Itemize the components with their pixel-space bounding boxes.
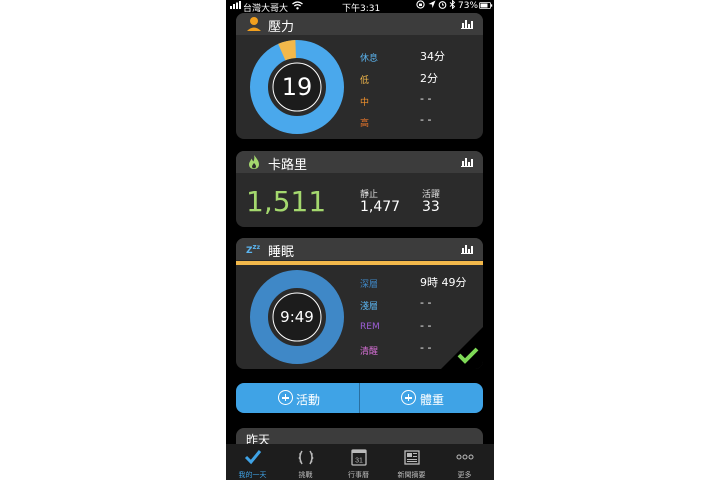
stress-medium-value: - - bbox=[420, 92, 432, 105]
sleep-rem-label: REM bbox=[360, 322, 380, 332]
sleep-zzz-icon: Zzz bbox=[246, 243, 261, 256]
sleep-light-label: 淺層 bbox=[360, 302, 379, 312]
stress-rest-value: 34分 bbox=[420, 50, 445, 63]
sleep-chart-icon[interactable] bbox=[461, 243, 473, 254]
stress-title: 壓力 bbox=[268, 20, 295, 35]
location-icon bbox=[428, 0, 436, 12]
tab-news-feed[interactable]: 新聞摘要 bbox=[385, 444, 438, 480]
calories-title: 卡路里 bbox=[268, 158, 308, 173]
tab-label: 挑戰 bbox=[298, 471, 313, 479]
rotation-lock-icon bbox=[416, 0, 425, 12]
calories-card[interactable]: 卡路里 1,511 靜止 1,477 活躍 33 bbox=[236, 151, 483, 227]
sleep-progress-bar bbox=[236, 261, 483, 265]
stress-card[interactable]: 壓力 19 休息 34分 低 2分 中 - - 高 - - bbox=[236, 13, 483, 139]
flame-icon bbox=[249, 155, 259, 169]
calories-card-header: 卡路里 bbox=[236, 151, 483, 173]
sleep-awake-value: - - bbox=[420, 341, 432, 354]
sleep-title: 睡眠 bbox=[268, 245, 295, 260]
add-actions-bar: 活動 體重 bbox=[236, 383, 483, 413]
more-icon bbox=[456, 454, 474, 460]
stress-rest-label: 休息 bbox=[360, 54, 379, 64]
sleep-card-header: Zzz 睡眠 bbox=[236, 238, 483, 260]
check-icon bbox=[244, 450, 262, 465]
calories-active-value: 33 bbox=[422, 199, 440, 215]
add-activity-button[interactable]: 活動 bbox=[236, 383, 359, 413]
tab-label: 新聞摘要 bbox=[397, 471, 426, 479]
tab-label: 行事曆 bbox=[348, 471, 369, 479]
tab-label: 我的一天 bbox=[238, 471, 267, 479]
plus-circle-icon bbox=[401, 390, 416, 405]
tab-label: 更多 bbox=[457, 471, 472, 479]
newspaper-icon bbox=[404, 450, 420, 465]
alarm-icon bbox=[438, 0, 447, 12]
sleep-deep-label: 深層 bbox=[360, 280, 379, 290]
signal-icon bbox=[230, 1, 242, 12]
stress-high-value: - - bbox=[420, 113, 432, 126]
stress-medium-label: 中 bbox=[360, 98, 370, 108]
calories-total: 1,511 bbox=[246, 185, 327, 218]
tab-more[interactable]: 更多 bbox=[438, 444, 491, 480]
battery-percent: 73% bbox=[458, 1, 479, 11]
stress-value: 19 bbox=[281, 73, 313, 101]
sleep-deep-value: 9時 49分 bbox=[420, 276, 467, 289]
add-weight-label: 體重 bbox=[420, 393, 445, 407]
stress-high-label: 高 bbox=[360, 119, 370, 129]
sleep-value: 9:49 bbox=[280, 308, 314, 326]
plus-circle-icon bbox=[278, 390, 293, 405]
sleep-light-value: - - bbox=[420, 296, 432, 309]
stress-low-label: 低 bbox=[360, 76, 370, 86]
tab-challenges[interactable]: 挑戰 bbox=[279, 444, 332, 480]
stress-person-icon bbox=[247, 17, 261, 31]
status-bar: 台灣大哥大 下午3:31 73% bbox=[226, 0, 494, 14]
phone-screen: 台灣大哥大 下午3:31 73% 壓力 19 休息 34分 低 2分 中 - -… bbox=[226, 0, 494, 480]
stress-chart-icon[interactable] bbox=[461, 18, 473, 29]
calories-chart-icon[interactable] bbox=[461, 156, 473, 167]
bottom-tab-bar: 我的一天 挑戰 31 行事曆 新聞摘要 更多 bbox=[226, 444, 494, 480]
stress-card-header: 壓力 bbox=[236, 13, 483, 35]
laurel-icon bbox=[298, 450, 314, 465]
sleep-confirmed-check-icon bbox=[441, 327, 483, 369]
stress-low-value: 2分 bbox=[420, 72, 438, 85]
battery-icon bbox=[479, 2, 493, 12]
tab-calendar[interactable]: 31 行事曆 bbox=[332, 444, 385, 480]
wifi-icon bbox=[292, 1, 303, 13]
bluetooth-icon bbox=[449, 0, 456, 12]
calendar-day-number: 31 bbox=[355, 458, 363, 465]
sleep-rem-value: - - bbox=[420, 319, 432, 332]
add-activity-label: 活動 bbox=[296, 393, 321, 407]
add-weight-button[interactable]: 體重 bbox=[360, 383, 483, 413]
calendar-icon: 31 bbox=[351, 449, 367, 466]
sleep-awake-label: 清醒 bbox=[360, 347, 379, 357]
sleep-card[interactable]: Zzz 睡眠 9:49 深層 9時 49分 淺層 - - REM - - 清醒 … bbox=[236, 238, 483, 369]
calories-resting-value: 1,477 bbox=[360, 199, 401, 215]
tab-my-day[interactable]: 我的一天 bbox=[226, 444, 279, 480]
